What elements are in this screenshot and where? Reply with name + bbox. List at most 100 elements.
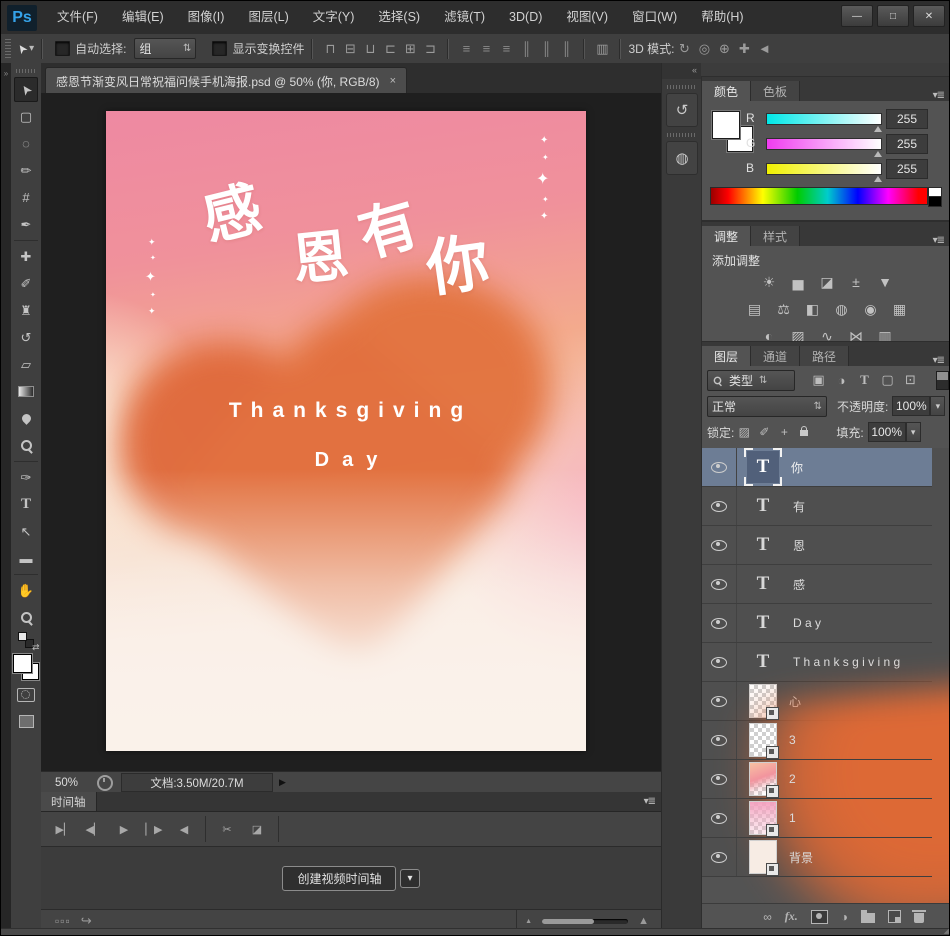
show-transform-checkbox[interactable] bbox=[212, 41, 227, 56]
auto-select-dropdown[interactable]: 组 ⇅ bbox=[134, 38, 196, 59]
layer-name[interactable]: 感 bbox=[793, 576, 805, 593]
menu-select[interactable]: 选择(S) bbox=[366, 1, 432, 34]
tab-layers[interactable]: 图层 bbox=[702, 346, 751, 366]
visibility-toggle[interactable] bbox=[702, 838, 737, 876]
photo-filter-icon[interactable]: ◍ bbox=[831, 301, 853, 318]
transition-button[interactable]: ◪ bbox=[242, 823, 272, 836]
opacity-value[interactable]: 100% bbox=[892, 396, 930, 416]
share-frames-icon[interactable]: ↪ bbox=[81, 913, 92, 929]
lock-pixels-icon[interactable]: ✐ bbox=[754, 425, 774, 439]
status-flyout-icon[interactable]: ▶ bbox=[279, 777, 286, 788]
align-left-icon[interactable]: ⊏ bbox=[380, 41, 400, 57]
layer-row-you[interactable]: T 有 bbox=[702, 487, 932, 526]
eyedropper-tool[interactable]: ✒ bbox=[14, 212, 38, 237]
play-button[interactable]: ▶ bbox=[109, 823, 139, 836]
visibility-toggle[interactable] bbox=[702, 799, 737, 837]
zoom-level[interactable]: 50% bbox=[55, 777, 89, 789]
layer-row-day[interactable]: T D a y bbox=[702, 604, 932, 643]
pen-tool[interactable]: ✑ bbox=[14, 465, 38, 490]
color-balance-icon[interactable]: ⚖ bbox=[773, 301, 795, 318]
audio-mute-button[interactable]: ◀ bbox=[169, 823, 199, 836]
menu-image[interactable]: 图像(I) bbox=[176, 1, 237, 34]
move-tool[interactable]: ➤ bbox=[14, 77, 38, 102]
3d-pan-icon[interactable]: ⊕ bbox=[714, 41, 734, 57]
visibility-toggle[interactable] bbox=[702, 565, 737, 603]
expand-dock-icon[interactable]: » bbox=[1, 69, 11, 78]
layer-name[interactable]: 你 bbox=[791, 459, 803, 476]
lock-all-icon[interactable] bbox=[794, 425, 814, 439]
image-layer-thumbnail[interactable] bbox=[749, 684, 777, 718]
menu-filter[interactable]: 滤镜(T) bbox=[432, 1, 497, 34]
hue-saturation-icon[interactable]: ▤ bbox=[744, 301, 766, 318]
collapse-panels-icon[interactable]: « bbox=[662, 63, 702, 79]
3d-camera-icon[interactable]: ◄ bbox=[754, 41, 774, 56]
hand-tool[interactable]: ✋ bbox=[14, 578, 38, 603]
next-frame-button[interactable]: ▏▶ bbox=[139, 823, 169, 836]
black-chip[interactable] bbox=[928, 196, 942, 207]
layer-row-ni[interactable]: T 你 bbox=[702, 448, 932, 487]
blue-value[interactable]: 255 bbox=[886, 159, 928, 179]
layer-row-en[interactable]: T 恩 bbox=[702, 526, 932, 565]
menu-type[interactable]: 文字(Y) bbox=[301, 1, 367, 34]
tab-swatches[interactable]: 色板 bbox=[751, 81, 800, 101]
menu-edit[interactable]: 编辑(E) bbox=[110, 1, 176, 34]
visibility-toggle[interactable] bbox=[702, 760, 737, 798]
layer-name[interactable]: 3 bbox=[789, 733, 796, 747]
red-value[interactable]: 255 bbox=[886, 109, 928, 129]
poster-canvas[interactable]: ✦ ✦ ✦ ✦ ✦ ✦ ✦ ✦ ✦ ✦ 感 恩 有 你 Thanksgiving… bbox=[106, 111, 586, 751]
filter-type-layers-icon[interactable]: T bbox=[853, 372, 876, 388]
timeline-zoom-in-icon[interactable]: ▲ bbox=[638, 915, 649, 927]
distribute-bottom-icon[interactable]: ≡ bbox=[496, 41, 516, 56]
adjustments-panel-menu-icon[interactable]: ▾≣ bbox=[933, 235, 944, 246]
3d-orbit-icon[interactable]: ↻ bbox=[674, 41, 694, 57]
layer-name[interactable]: T h a n k s g i v i n g bbox=[793, 655, 900, 669]
distribute-right-icon[interactable]: ║ bbox=[556, 41, 576, 56]
new-adjustment-layer-icon[interactable]: ◑ bbox=[841, 910, 848, 924]
new-group-icon[interactable] bbox=[861, 913, 875, 923]
foreground-background-swatches[interactable] bbox=[13, 654, 39, 680]
layer-style-icon[interactable]: fx. bbox=[785, 909, 798, 924]
curves-icon[interactable]: ◪ bbox=[816, 274, 838, 291]
black-white-icon[interactable]: ◧ bbox=[802, 301, 824, 318]
opacity-dropdown-icon[interactable]: ▾ bbox=[930, 396, 945, 416]
timeline-panel-menu-icon[interactable]: ▾≣ bbox=[644, 796, 655, 807]
swap-colors-control[interactable]: ⇄ bbox=[18, 632, 34, 648]
align-vcenter-icon[interactable]: ⊟ bbox=[340, 41, 360, 57]
document-tab[interactable]: 感恩节渐变风日常祝福问候手机海报.psd @ 50% (你, RGB/8) × bbox=[45, 67, 407, 94]
blur-tool[interactable] bbox=[14, 406, 38, 431]
prev-frame-button[interactable]: ◀▏ bbox=[79, 823, 109, 836]
exposure-icon[interactable]: ± bbox=[845, 274, 867, 291]
align-right-icon[interactable]: ⊐ bbox=[420, 41, 440, 57]
text-layer-thumbnail[interactable]: T bbox=[745, 495, 781, 517]
auto-select-checkbox[interactable] bbox=[55, 41, 70, 56]
menu-window[interactable]: 窗口(W) bbox=[620, 1, 689, 34]
resize-grip-icon[interactable]: ◢ bbox=[944, 927, 949, 935]
text-layer-thumbnail[interactable]: T bbox=[747, 451, 779, 483]
layer-name[interactable]: 恩 bbox=[793, 537, 805, 554]
layer-row-background[interactable]: 背景 bbox=[702, 838, 932, 877]
filter-toggle-switch[interactable] bbox=[936, 371, 949, 390]
menu-3d[interactable]: 3D(D) bbox=[497, 1, 554, 34]
align-top-icon[interactable]: ⊓ bbox=[320, 41, 340, 57]
shape-tool[interactable]: ▬ bbox=[14, 546, 38, 571]
zoom-tool[interactable] bbox=[14, 605, 38, 630]
tab-close-icon[interactable]: × bbox=[390, 75, 396, 87]
new-layer-icon[interactable] bbox=[888, 910, 901, 923]
visibility-toggle[interactable] bbox=[702, 604, 737, 642]
crop-tool[interactable]: # bbox=[14, 185, 38, 210]
first-frame-button[interactable]: ▶▏ bbox=[49, 823, 79, 836]
filter-adjustment-layers-icon[interactable]: ◑ bbox=[830, 373, 853, 388]
marquee-tool[interactable]: ▢ bbox=[14, 104, 38, 129]
align-hcenter-icon[interactable]: ⊞ bbox=[400, 41, 420, 57]
layer-row-thanksgiving[interactable]: T T h a n k s g i v i n g bbox=[702, 643, 932, 682]
auto-align-icon[interactable]: ▥ bbox=[592, 41, 612, 57]
menu-file[interactable]: 文件(F) bbox=[45, 1, 110, 34]
menu-view[interactable]: 视图(V) bbox=[554, 1, 620, 34]
visibility-toggle[interactable] bbox=[702, 448, 737, 486]
distribute-left-icon[interactable]: ║ bbox=[516, 41, 536, 56]
layer-filter-dropdown[interactable]: 类型 ⇅ bbox=[707, 370, 795, 391]
layer-name[interactable]: 2 bbox=[789, 772, 796, 786]
filter-shape-layers-icon[interactable]: ▢ bbox=[876, 372, 899, 388]
green-slider-thumb[interactable] bbox=[874, 147, 882, 157]
layer-row-3[interactable]: 3 bbox=[702, 721, 932, 760]
